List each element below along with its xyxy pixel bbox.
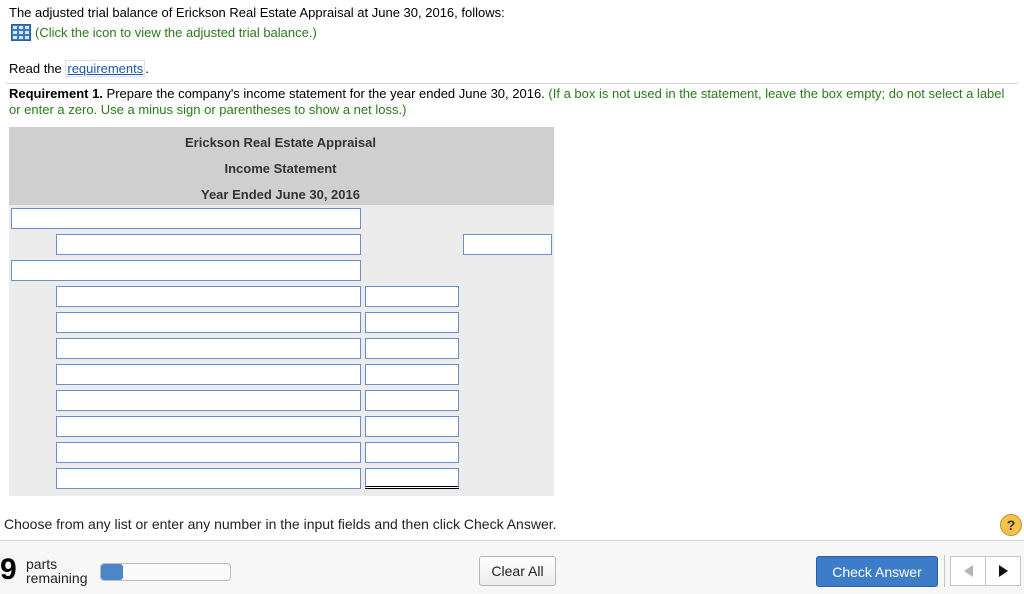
total-label-input[interactable] <box>56 468 361 489</box>
instruction-text: Choose from any list or enter any number… <box>4 516 557 532</box>
statement-header: Erickson Real Estate Appraisal Income St… <box>9 127 554 205</box>
table-icon[interactable] <box>11 24 31 41</box>
expense-label-input[interactable] <box>56 416 361 437</box>
separator <box>944 555 945 587</box>
expense-label-input[interactable] <box>56 312 361 333</box>
progress-bar <box>100 563 231 581</box>
expense-label-input[interactable] <box>56 390 361 411</box>
trial-balance-link-text[interactable]: (Click the icon to view the adjusted tri… <box>35 25 317 40</box>
divider <box>6 83 1018 84</box>
requirement-label: Requirement 1. <box>9 86 103 101</box>
company-name: Erickson Real Estate Appraisal <box>185 135 376 150</box>
arrow-right-icon <box>998 565 1008 577</box>
requirements-link[interactable]: requirements <box>65 60 146 77</box>
expense-amount-input[interactable] <box>365 364 459 385</box>
expense-label-input[interactable] <box>56 338 361 359</box>
next-button[interactable] <box>985 556 1021 586</box>
expense-label-input[interactable] <box>56 286 361 307</box>
revenue-amount-input[interactable] <box>463 234 552 255</box>
prev-button[interactable] <box>950 556 986 586</box>
parts-remaining-label: parts remaining <box>26 557 87 585</box>
read-prefix: Read the <box>9 61 66 76</box>
parts-count: 9 <box>0 553 17 586</box>
clear-all-button[interactable]: Clear All <box>479 556 556 586</box>
expense-amount-input[interactable] <box>365 390 459 411</box>
remaining-label: remaining <box>26 570 88 586</box>
expenses-header-input[interactable] <box>11 260 361 281</box>
requirement-text: Prepare the company's income statement f… <box>102 86 549 101</box>
income-statement: Erickson Real Estate Appraisal Income St… <box>9 127 554 496</box>
expense-amount-input[interactable] <box>365 416 459 437</box>
statement-title: Income Statement <box>224 161 337 176</box>
parts-label: parts <box>26 556 58 572</box>
read-suffix: . <box>145 61 149 76</box>
arrow-left-icon <box>963 565 973 577</box>
progress-fill <box>101 564 123 580</box>
intro-text: The adjusted trial balance of Erickson R… <box>9 5 505 20</box>
total-amount-input[interactable] <box>365 468 459 489</box>
footer-bar: 9 parts remaining Clear All Check Answer <box>0 540 1024 594</box>
expense-label-input[interactable] <box>56 364 361 385</box>
revenue-header-input[interactable] <box>11 208 361 229</box>
expense-label-input[interactable] <box>56 442 361 463</box>
expense-amount-input[interactable] <box>365 442 459 463</box>
statement-period: Year Ended June 30, 2016 <box>201 187 360 202</box>
read-requirements-line: Read the requirements. <box>9 60 149 77</box>
trial-balance-link[interactable]: (Click the icon to view the adjusted tri… <box>11 24 317 41</box>
expense-amount-input[interactable] <box>365 286 459 307</box>
expense-amount-input[interactable] <box>365 338 459 359</box>
expense-amount-input[interactable] <box>365 312 459 333</box>
check-answer-button[interactable]: Check Answer <box>816 556 938 587</box>
requirement-1: Requirement 1. Prepare the company's inc… <box>9 86 1014 118</box>
revenue-label-input[interactable] <box>56 234 361 255</box>
help-icon[interactable]: ? <box>1000 514 1022 536</box>
